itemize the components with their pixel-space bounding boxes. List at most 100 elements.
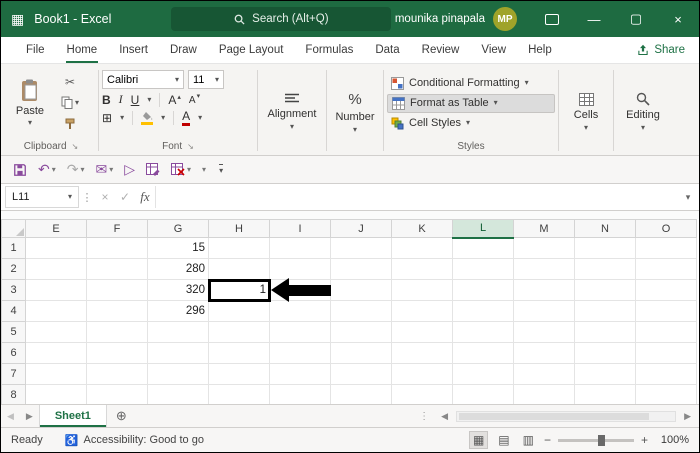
row-header-1[interactable]: 1 <box>1 237 26 259</box>
cell-J8[interactable] <box>330 384 392 404</box>
cell-styles-button[interactable]: Cell Styles ▾ <box>387 115 555 132</box>
cell-L5[interactable] <box>452 321 514 343</box>
cell-L6[interactable] <box>452 342 514 364</box>
cell-E4[interactable] <box>25 300 87 322</box>
cell-G1[interactable]: 15 <box>147 237 209 259</box>
underline-dropdown-icon[interactable]: ▾ <box>147 95 151 104</box>
cell-I7[interactable] <box>269 363 331 385</box>
column-header-G[interactable]: G <box>147 219 209 238</box>
cell-J2[interactable] <box>330 258 392 280</box>
row-header-5[interactable]: 5 <box>1 321 26 343</box>
cell-N6[interactable] <box>574 342 636 364</box>
cell-E6[interactable] <box>25 342 87 364</box>
cell-N1[interactable] <box>574 237 636 259</box>
cell-E1[interactable] <box>25 237 87 259</box>
cell-L4[interactable] <box>452 300 514 322</box>
cell-G6[interactable] <box>147 342 209 364</box>
cell-E2[interactable] <box>25 258 87 280</box>
cell-G8[interactable] <box>147 384 209 404</box>
zoom-out-button[interactable]: − <box>544 433 551 447</box>
font-dialog-launcher-icon[interactable]: ↘ <box>187 142 194 151</box>
column-header-N[interactable]: N <box>574 219 636 238</box>
cell-F1[interactable] <box>86 237 148 259</box>
column-header-H[interactable]: H <box>208 219 270 238</box>
cell-G5[interactable] <box>147 321 209 343</box>
cell-J1[interactable] <box>330 237 392 259</box>
menu-tab-file[interactable]: File <box>15 37 56 63</box>
cell-N5[interactable] <box>574 321 636 343</box>
underline-button[interactable]: U <box>131 93 140 107</box>
column-header-I[interactable]: I <box>269 219 331 238</box>
format-painter-button[interactable] <box>64 116 76 133</box>
cell-L2[interactable] <box>452 258 514 280</box>
menu-tab-review[interactable]: Review <box>411 37 471 63</box>
menu-tab-insert[interactable]: Insert <box>108 37 159 63</box>
cell-K2[interactable] <box>391 258 453 280</box>
fill-color-dropdown-icon[interactable]: ▾ <box>161 114 165 122</box>
cell-K4[interactable] <box>391 300 453 322</box>
cell-L7[interactable] <box>452 363 514 385</box>
delete-cells-button[interactable]: ▾ <box>167 156 195 183</box>
bold-button[interactable]: B <box>102 93 111 107</box>
cell-N2[interactable] <box>574 258 636 280</box>
cell-E5[interactable] <box>25 321 87 343</box>
column-header-K[interactable]: K <box>391 219 453 238</box>
cancel-icon[interactable]: × <box>95 184 115 210</box>
cell-J7[interactable] <box>330 363 392 385</box>
cell-N3[interactable] <box>574 279 636 301</box>
font-family-select[interactable]: Calibri ▾ <box>102 70 184 89</box>
customize-qat-icon[interactable]: ▾ <box>219 164 224 175</box>
cell-L1[interactable] <box>452 237 514 259</box>
cell-F3[interactable] <box>86 279 148 301</box>
excel-app-icon[interactable]: ▦ <box>11 12 24 26</box>
name-box-dropdown-icon[interactable]: ▾ <box>68 193 72 201</box>
italic-button[interactable]: I <box>119 92 123 107</box>
column-header-L[interactable]: L <box>452 219 514 239</box>
cell-J6[interactable] <box>330 342 392 364</box>
undo-button[interactable]: ↶ ▾ <box>34 156 60 183</box>
close-button[interactable]: × <box>657 1 699 37</box>
cell-M8[interactable] <box>513 384 575 404</box>
email-button[interactable]: ✉ ▾ <box>92 156 118 183</box>
cell-L3[interactable] <box>452 279 514 301</box>
cell-O7[interactable] <box>635 363 697 385</box>
zoom-percentage[interactable]: 100% <box>655 434 689 446</box>
name-box[interactable]: L11 ▾ <box>5 186 79 208</box>
new-sheet-button[interactable]: ⊕ <box>107 408 136 424</box>
cell-O5[interactable] <box>635 321 697 343</box>
cell-I6[interactable] <box>269 342 331 364</box>
select-all-button[interactable] <box>1 219 26 238</box>
row-header-3[interactable]: 3 <box>1 279 26 301</box>
font-color-button[interactable]: A <box>182 110 191 126</box>
format-as-table-button[interactable]: Format as Table ▾ <box>387 93 555 113</box>
zoom-in-button[interactable]: + <box>641 433 648 447</box>
column-header-M[interactable]: M <box>513 219 575 238</box>
paste-button[interactable]: Paste ▾ <box>7 69 53 137</box>
hscroll-right-icon[interactable]: ▶ <box>678 411 697 422</box>
cell-I1[interactable] <box>269 237 331 259</box>
user-name[interactable]: mounika pinapala <box>395 13 485 25</box>
number-group-button[interactable]: % Number ▾ <box>330 69 380 155</box>
cell-K5[interactable] <box>391 321 453 343</box>
menu-tab-data[interactable]: Data <box>364 37 410 63</box>
page-layout-view-button[interactable]: ▤ <box>495 432 512 448</box>
zoom-slider[interactable] <box>557 434 634 446</box>
horizontal-scrollbar-thumb[interactable] <box>459 412 650 420</box>
sheet-nav-right-icon[interactable]: ▶ <box>20 411 39 422</box>
cell-K8[interactable] <box>391 384 453 404</box>
borders-dropdown-icon[interactable]: ▾ <box>120 114 124 122</box>
cell-O4[interactable] <box>635 300 697 322</box>
normal-view-button[interactable]: ▦ <box>468 431 489 449</box>
cell-F8[interactable] <box>86 384 148 404</box>
cell-K3[interactable] <box>391 279 453 301</box>
insert-function-icon[interactable]: fx <box>135 184 155 210</box>
increase-font-button[interactable]: A ▴ <box>168 93 181 107</box>
cell-N8[interactable] <box>574 384 636 404</box>
save-button[interactable] <box>9 156 31 183</box>
cell-O2[interactable] <box>635 258 697 280</box>
search-box[interactable]: Search (Alt+Q) <box>171 7 392 31</box>
formula-bar-drag-handle[interactable]: ⋮ <box>79 184 95 210</box>
cell-J3[interactable] <box>330 279 392 301</box>
sheet-nav-left-icon[interactable]: ◀ <box>1 411 20 422</box>
cell-F7[interactable] <box>86 363 148 385</box>
